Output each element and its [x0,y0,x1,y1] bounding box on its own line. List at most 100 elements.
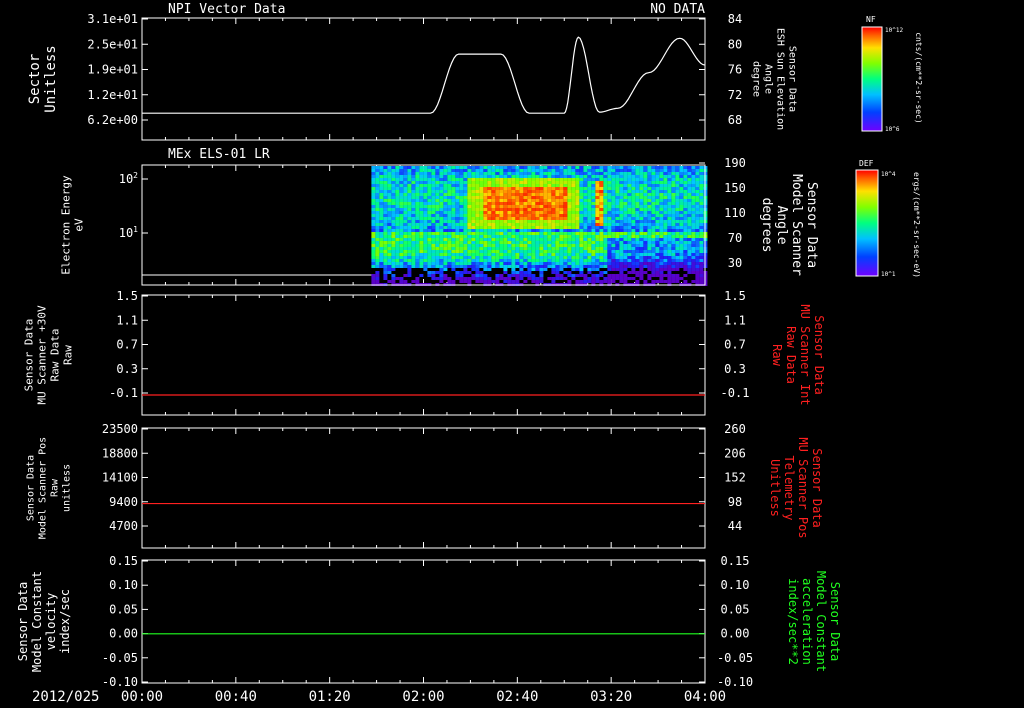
heatmap-cell [691,232,696,235]
heatmap-cell [583,226,588,229]
heatmap-cell [395,193,400,196]
heatmap-cell [523,241,528,244]
heatmap-cell [619,262,624,265]
heatmap-cell [471,244,476,247]
heatmap-cell [415,193,420,196]
heatmap-cell [439,214,444,217]
heatmap-cell [595,169,600,172]
heatmap-cell [535,226,540,229]
heatmap-cell [475,184,480,187]
heatmap-cell [639,175,644,178]
heatmap-cell [571,196,576,199]
heatmap-cell [663,235,668,238]
heatmap-cell [435,211,440,214]
heatmap-cell [635,241,640,244]
heatmap-cell [615,226,620,229]
heatmap-cell [443,274,448,277]
heatmap-cell [555,271,560,274]
heatmap-cell [519,184,524,187]
heatmap-cell [575,172,580,175]
heatmap-cell [547,211,552,214]
heatmap-cell [579,244,584,247]
heatmap-cell [419,202,424,205]
heatmap-cell [435,220,440,223]
heatmap-cell [687,190,692,193]
heatmap-cell [499,253,504,256]
heatmap-cell [611,241,616,244]
heatmap-cell [539,274,544,277]
heatmap-cell [695,250,700,253]
heatmap-cell [583,184,588,187]
heatmap-cell [419,181,424,184]
heatmap-cell [623,250,628,253]
heatmap-cell [391,187,396,190]
heatmap-cell [403,259,408,262]
heatmap-cell [551,238,556,241]
heatmap-cell [431,259,436,262]
heatmap-cell [451,229,456,232]
right-axis-title-line: acceleration [800,578,814,665]
heatmap-cell [407,226,412,229]
heatmap-cell [635,196,640,199]
heatmap-cell [563,250,568,253]
heatmap-cell [495,262,500,265]
heatmap-cell [535,256,540,259]
heatmap-cell [387,190,392,193]
heatmap-cell [587,232,592,235]
heatmap-cell [671,184,676,187]
heatmap-cell [471,199,476,202]
heatmap-cell [423,178,428,181]
heatmap-cell [451,250,456,253]
heatmap-cell [487,238,492,241]
heatmap-cell [631,181,636,184]
heatmap-cell [539,211,544,214]
heatmap-cell [571,253,576,256]
heatmap-cell [371,277,376,280]
heatmap-cell [631,202,636,205]
heatmap-cell [403,247,408,250]
heatmap-cell [595,268,600,271]
heatmap-cell [587,214,592,217]
left-tick-label: 3.1e+01 [87,12,138,26]
heatmap-cell [639,202,644,205]
heatmap-cell [663,205,668,208]
heatmap-cell [375,202,380,205]
heatmap-cell [399,184,404,187]
heatmap-cell [591,202,596,205]
heatmap-cell [615,229,620,232]
heatmap-cell [583,166,588,169]
heatmap-cell [607,184,612,187]
heatmap-cell [675,232,680,235]
heatmap-cell [539,217,544,220]
heatmap-cell [491,208,496,211]
heatmap-cell [503,217,508,220]
heatmap-cell [531,247,536,250]
heatmap-cell [695,199,700,202]
heatmap-cell [555,172,560,175]
heatmap-cell [619,238,624,241]
heatmap-cell [687,235,692,238]
heatmap-cell [603,169,608,172]
heatmap-cell [435,253,440,256]
heatmap-cell [451,247,456,250]
heatmap-cell [579,181,584,184]
heatmap-cell [543,175,548,178]
heatmap-cell [631,238,636,241]
heatmap-cell [627,220,632,223]
heatmap-cell [591,235,596,238]
heatmap-cell [623,187,628,190]
heatmap-cell [443,220,448,223]
heatmap-cell [535,196,540,199]
heatmap-cell [375,259,380,262]
heatmap-cell [551,247,556,250]
heatmap-cell [399,169,404,172]
heatmap-cell [667,226,672,229]
heatmap-cell [451,259,456,262]
heatmap-cell [599,235,604,238]
heatmap-cell [471,211,476,214]
heatmap-cell [643,271,648,274]
heatmap-cell [671,241,676,244]
heatmap-cell [619,175,624,178]
heatmap-cell [667,256,672,259]
heatmap-cell [607,178,612,181]
